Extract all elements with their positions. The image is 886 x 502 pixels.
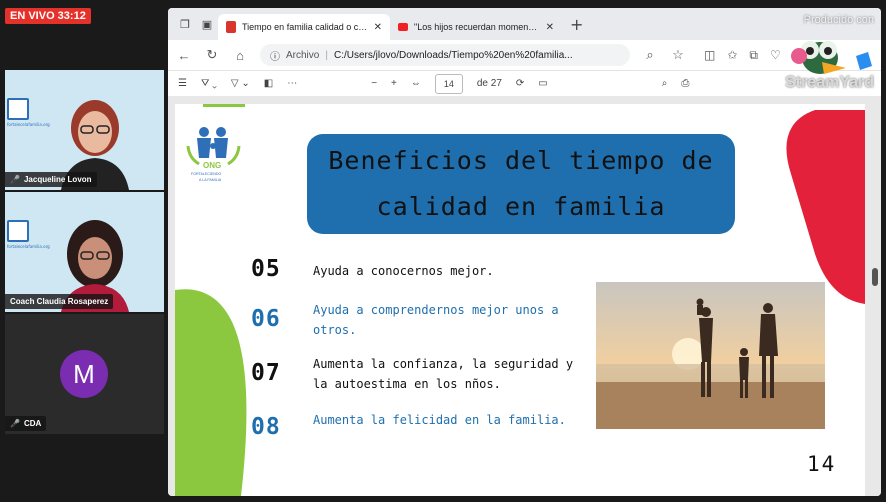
tab-label: "Los hijos recuerdan momentos, n xyxy=(414,22,540,32)
benefit-text: Ayuda a conocernos mejor. xyxy=(313,264,494,278)
page-count: de 27 xyxy=(476,78,502,89)
address-bar[interactable]: ⓘ Archivo | C:/Users/jlovo/Downloads/Tie… xyxy=(260,44,630,66)
slide-title: Beneficios del tiempo de calidad en fami… xyxy=(307,134,735,234)
rotate-icon[interactable]: ⟳ xyxy=(516,78,524,89)
toolbar-icons: ◫ ✩ ⧉ ♡ xyxy=(704,48,781,63)
ong-logo: ONG FORTALECIENDO A LA FAMILIA xyxy=(186,127,241,182)
zoom-out-button[interactable]: − xyxy=(371,78,377,89)
home-icon[interactable]: ⌂ xyxy=(232,48,248,63)
close-icon[interactable]: ✕ xyxy=(374,22,382,33)
extensions-icon[interactable]: ♡ xyxy=(770,48,781,63)
participant-name: Coach Claudia Rosaperez xyxy=(10,297,109,306)
pdf-icon xyxy=(226,21,236,33)
close-icon[interactable]: ✕ xyxy=(546,22,554,33)
youtube-icon xyxy=(398,23,408,31)
live-badge: EN VIVO 33:12 xyxy=(5,8,91,24)
benefit-text: Ayuda a comprendernos mejor unos a otros… xyxy=(313,303,559,337)
mic-icon: 🎤 xyxy=(10,175,20,184)
pdf-page: ONG FORTALECIENDO A LA FAMILIA Beneficio… xyxy=(175,104,865,496)
participant-name: Jacqueline Lovon xyxy=(23,175,92,184)
page-number-input[interactable]: 14 xyxy=(434,73,463,94)
ong-logo-text: ONG xyxy=(203,161,221,170)
contents-icon[interactable]: ☰ xyxy=(178,78,187,89)
participant-tile-2[interactable]: fortalecelafamilia.org Coach Claudia Ros… xyxy=(5,192,164,312)
benefit-text: Aumenta la confianza, la seguridad y la … xyxy=(313,357,574,391)
slide-page-number: 14 xyxy=(807,452,837,476)
produced-with-label: Producido con xyxy=(803,14,874,26)
new-tab-button[interactable]: + xyxy=(570,15,583,34)
info-icon[interactable]: ⓘ xyxy=(270,48,280,63)
collections-icon[interactable]: ⧉ xyxy=(749,48,758,63)
participant-tile-3[interactable]: M 🎤 CDA xyxy=(5,314,164,434)
scrollbar-thumb[interactable] xyxy=(872,268,878,286)
tab-label: Tiempo en familia calidad o canti xyxy=(242,22,368,32)
benefit-text: Aumenta la felicidad en la familia. xyxy=(313,413,566,427)
more-icon[interactable]: ⋯ xyxy=(287,78,297,89)
svg-text:A LA FAMILIA: A LA FAMILIA xyxy=(199,178,222,182)
pdf-viewer: ONG FORTALECIENDO A LA FAMILIA Beneficio… xyxy=(168,96,881,496)
favorite-icon[interactable]: ☆ xyxy=(670,47,686,63)
favorites-icon[interactable]: ✩ xyxy=(727,48,737,63)
back-icon[interactable]: ← xyxy=(176,48,192,63)
fit-page-icon[interactable]: ⇔ xyxy=(411,78,421,89)
benefit-number: 06 xyxy=(251,306,281,332)
family-beach-photo xyxy=(596,282,825,429)
tab-pdf[interactable]: Tiempo en familia calidad o canti ✕ xyxy=(218,14,390,40)
tab-youtube[interactable]: "Los hijos recuerdan momentos, n ✕ xyxy=(390,14,562,40)
draw-icon[interactable]: ⛛ ⌄ xyxy=(201,78,217,89)
address-path: C:/Users/jlovo/Downloads/Tiempo%20en%20f… xyxy=(333,49,573,61)
svg-text:FORTALECIENDO: FORTALECIENDO xyxy=(191,172,221,176)
address-bar-row: ← ↻ ⌂ ⓘ Archivo | C:/Users/jlovo/Downloa… xyxy=(168,40,881,70)
participant-tile-1[interactable]: fortalecelafamilia.org 🎤 Jacqueline Lovon xyxy=(5,70,164,190)
participant-name-tag: Coach Claudia Rosaperez xyxy=(5,294,114,309)
streamyard-brand: StreamYard xyxy=(785,74,874,91)
participant-name-tag: 🎤 CDA xyxy=(5,416,47,431)
ong-mini-logo: fortalecelafamilia.org xyxy=(7,98,50,146)
address-scheme: Archivo xyxy=(286,49,320,61)
pdf-toolbar: ☰ ⛛ ⌄ ▽ ⌄ ◧ ⋯ − + ⇔ 14 de 27 ⟳ ▭ ⌕ ⎙ xyxy=(168,70,881,96)
browser-window: ❐ ▣ Tiempo en familia calidad o canti ✕ … xyxy=(168,8,881,496)
benefit-number: 07 xyxy=(251,360,281,386)
highlight-icon[interactable]: ▽ ⌄ xyxy=(231,78,250,89)
split-screen-icon[interactable]: ◫ xyxy=(704,48,715,63)
workspaces-icon[interactable]: ❐ xyxy=(174,18,196,31)
benefit-number: 08 xyxy=(251,414,281,440)
read-aloud-icon[interactable]: ◧ xyxy=(264,78,273,89)
ong-mini-logo: fortalecelafamilia.org xyxy=(7,220,50,268)
page-view-icon[interactable]: ▭ xyxy=(538,78,547,89)
tab-actions-icon[interactable]: ▣ xyxy=(196,18,218,31)
participant-name: CDA xyxy=(23,419,42,428)
print-icon[interactable]: ⎙ xyxy=(681,78,689,89)
mic-icon: 🎤 xyxy=(10,419,20,428)
search-icon[interactable]: ⌕ xyxy=(662,78,668,89)
zoom-icon[interactable]: ⌕ xyxy=(642,47,658,63)
benefit-number: 05 xyxy=(251,256,281,282)
zoom-in-button[interactable]: + xyxy=(391,78,397,89)
refresh-icon[interactable]: ↻ xyxy=(204,47,220,63)
avatar: M xyxy=(60,350,108,398)
participant-name-tag: 🎤 Jacqueline Lovon xyxy=(5,172,97,187)
tab-bar: ❐ ▣ Tiempo en familia calidad o canti ✕ … xyxy=(168,8,881,40)
